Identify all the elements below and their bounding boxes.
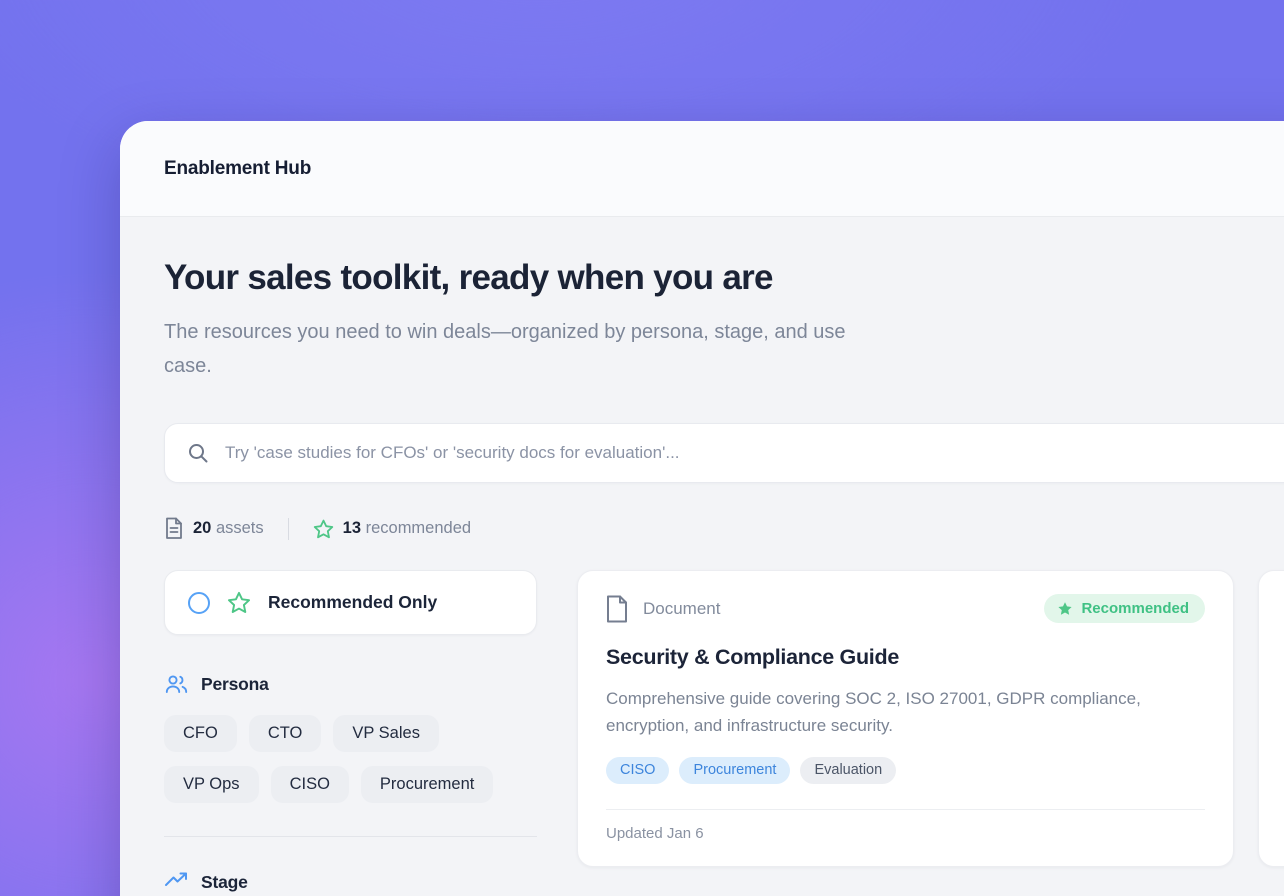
persona-chips: CFO CTO VP Sales VP Ops CISO Procurement xyxy=(164,715,537,803)
file-text-icon xyxy=(164,517,184,540)
sidebar-divider xyxy=(164,836,537,837)
document-icon xyxy=(606,595,628,623)
stage-section-head: Stage xyxy=(164,871,537,893)
card-type-label: Document xyxy=(643,599,720,619)
search-bar[interactable] xyxy=(164,423,1284,483)
toggle-circle-icon[interactable] xyxy=(188,592,210,614)
recommended-count: 13 xyxy=(343,519,361,537)
app-title: Enablement Hub xyxy=(164,158,311,180)
search-input[interactable] xyxy=(225,443,1284,463)
recommended-only-label: Recommended Only xyxy=(268,592,437,613)
persona-chip-cfo[interactable]: CFO xyxy=(164,715,237,752)
asset-card-partial[interactable] xyxy=(1258,570,1284,867)
tag-ciso: CISO xyxy=(606,757,669,784)
star-icon xyxy=(1057,601,1073,616)
assets-stat: 20 assets xyxy=(164,517,264,540)
persona-chip-cto[interactable]: CTO xyxy=(249,715,322,752)
card-tags: CISO Procurement Evaluation xyxy=(606,757,1205,784)
persona-section-head: Persona xyxy=(164,672,537,696)
persona-chip-vp-sales[interactable]: VP Sales xyxy=(333,715,439,752)
panel-body: Your sales toolkit, ready when you are T… xyxy=(120,217,1284,896)
main-panel: Enablement Hub Your sales toolkit, ready… xyxy=(120,121,1284,896)
recommended-badge-label: Recommended xyxy=(1081,600,1189,617)
page-title: Your sales toolkit, ready when you are xyxy=(164,259,1284,297)
tag-procurement: Procurement xyxy=(679,757,790,784)
recommended-stat: 13 recommended xyxy=(313,519,471,539)
stage-section-label: Stage xyxy=(201,872,248,893)
search-icon xyxy=(186,441,210,465)
trending-up-icon xyxy=(164,871,189,893)
stats-divider xyxy=(288,518,289,540)
recommended-badge: Recommended xyxy=(1044,594,1205,623)
asset-card-security-compliance[interactable]: Document Recommended Security & Complian… xyxy=(577,570,1234,867)
users-icon xyxy=(164,672,189,696)
tag-evaluation: Evaluation xyxy=(800,757,896,784)
assets-label: assets xyxy=(216,519,264,537)
star-icon xyxy=(313,519,334,539)
persona-chip-procurement[interactable]: Procurement xyxy=(361,766,493,803)
content-grid: Recommended Only Persona CFO CTO VP Sale… xyxy=(164,570,1284,896)
recommended-only-toggle[interactable]: Recommended Only xyxy=(164,570,537,635)
assets-count: 20 xyxy=(193,519,211,537)
filters-sidebar: Recommended Only Persona CFO CTO VP Sale… xyxy=(164,570,537,896)
card-type: Document xyxy=(606,595,720,623)
card-description: Comprehensive guide covering SOC 2, ISO … xyxy=(606,685,1186,739)
panel-header: Enablement Hub xyxy=(120,121,1284,217)
card-updated: Updated Jan 6 xyxy=(606,809,1205,866)
persona-section-label: Persona xyxy=(201,674,269,695)
stats-row: 20 assets 13 recommended xyxy=(164,517,1284,540)
card-header-row: Document Recommended xyxy=(606,594,1205,623)
asset-cards: Document Recommended Security & Complian… xyxy=(577,570,1284,867)
star-icon xyxy=(227,591,251,614)
persona-chip-vp-ops[interactable]: VP Ops xyxy=(164,766,259,803)
persona-chip-ciso[interactable]: CISO xyxy=(271,766,349,803)
card-title: Security & Compliance Guide xyxy=(606,645,1205,670)
page-subtitle: The resources you need to win deals—orga… xyxy=(164,315,864,383)
recommended-label: recommended xyxy=(366,519,471,537)
